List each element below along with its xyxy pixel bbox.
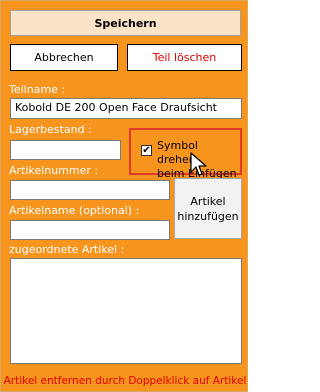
add-article-button[interactable]: Artikel hinzufügen [174, 178, 242, 239]
article-number-input[interactable] [10, 180, 170, 200]
assigned-articles-label: zugeordnete Artikel : [9, 243, 125, 256]
save-button[interactable]: Speichern [10, 10, 241, 36]
delete-part-button[interactable]: Teil löschen [127, 44, 242, 71]
mouse-pointer-icon [190, 152, 207, 176]
rotate-symbol-checkbox[interactable]: ✔ [141, 145, 152, 156]
stock-input[interactable] [10, 140, 121, 160]
add-article-label-line2: hinzufügen [177, 209, 239, 223]
part-name-label: Teilname : [9, 83, 66, 96]
article-name-label: Artikelname (optional) : [9, 204, 140, 217]
add-article-label-line1: Artikel [190, 194, 226, 208]
assigned-articles-list[interactable] [10, 258, 242, 364]
part-name-input[interactable]: Kobold DE 200 Open Face Draufsicht [10, 98, 242, 119]
remove-article-hint: Artikel entfernen durch Doppelklick auf … [3, 375, 247, 387]
article-name-input[interactable] [10, 220, 170, 240]
rotate-symbol-checkbox-group[interactable]: ✔ Symbol drehen beim Einfügen [129, 128, 242, 180]
stock-label: Lagerbestand : [9, 123, 92, 136]
article-number-label: Artikelnummer : [9, 164, 99, 177]
cancel-button[interactable]: Abbrechen [10, 44, 118, 71]
form-panel: Speichern Abbrechen Teil löschen Teilnam… [0, 0, 248, 392]
